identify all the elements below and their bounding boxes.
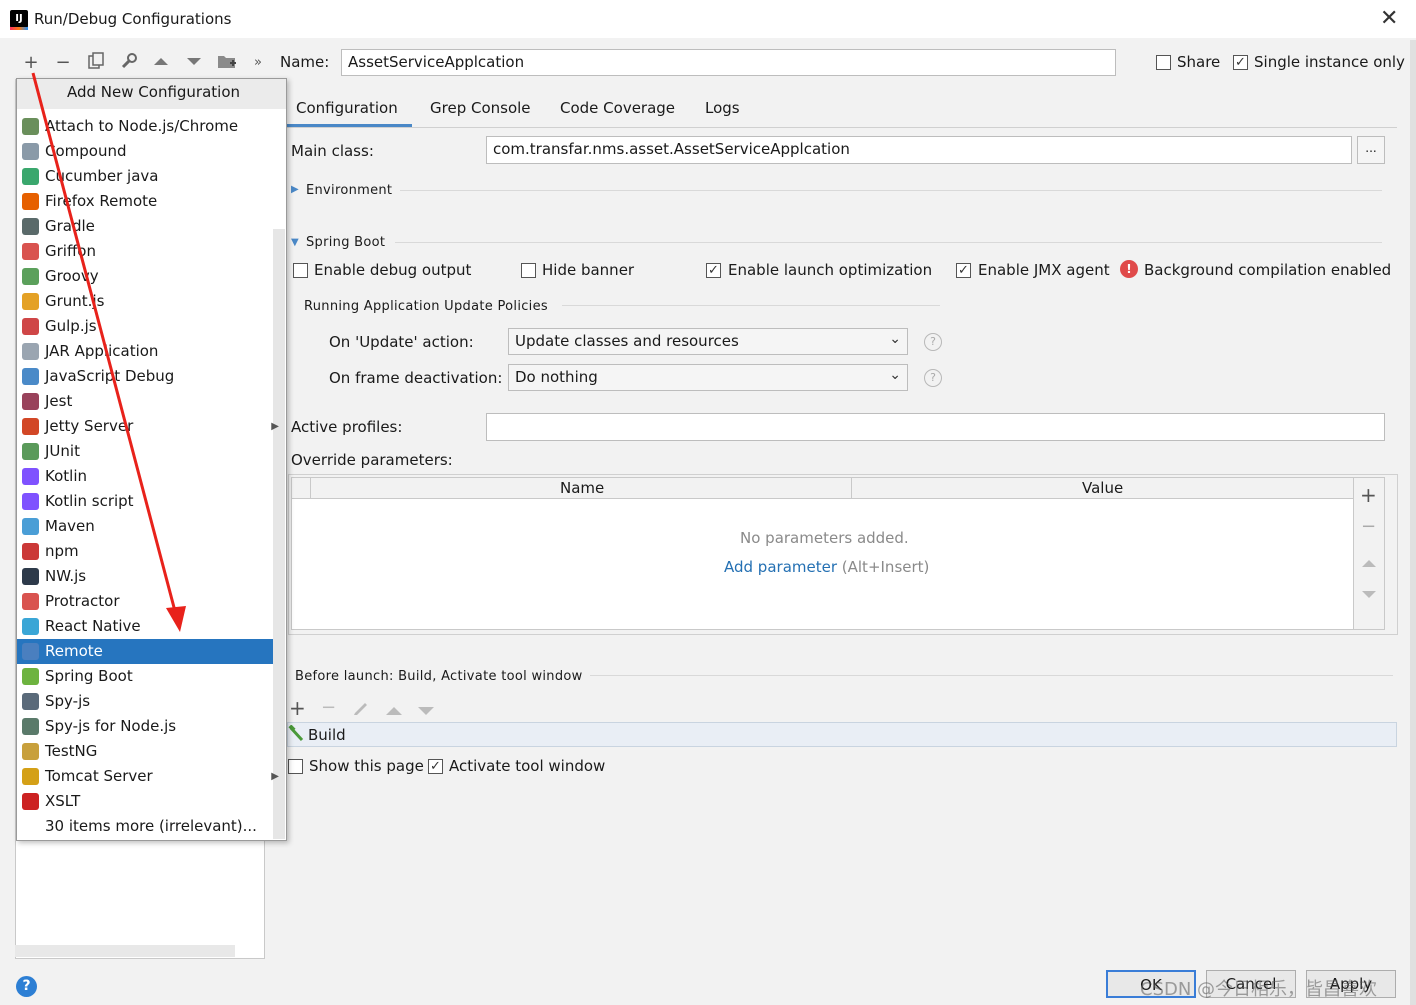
annotation-arrow	[31, 72, 186, 632]
